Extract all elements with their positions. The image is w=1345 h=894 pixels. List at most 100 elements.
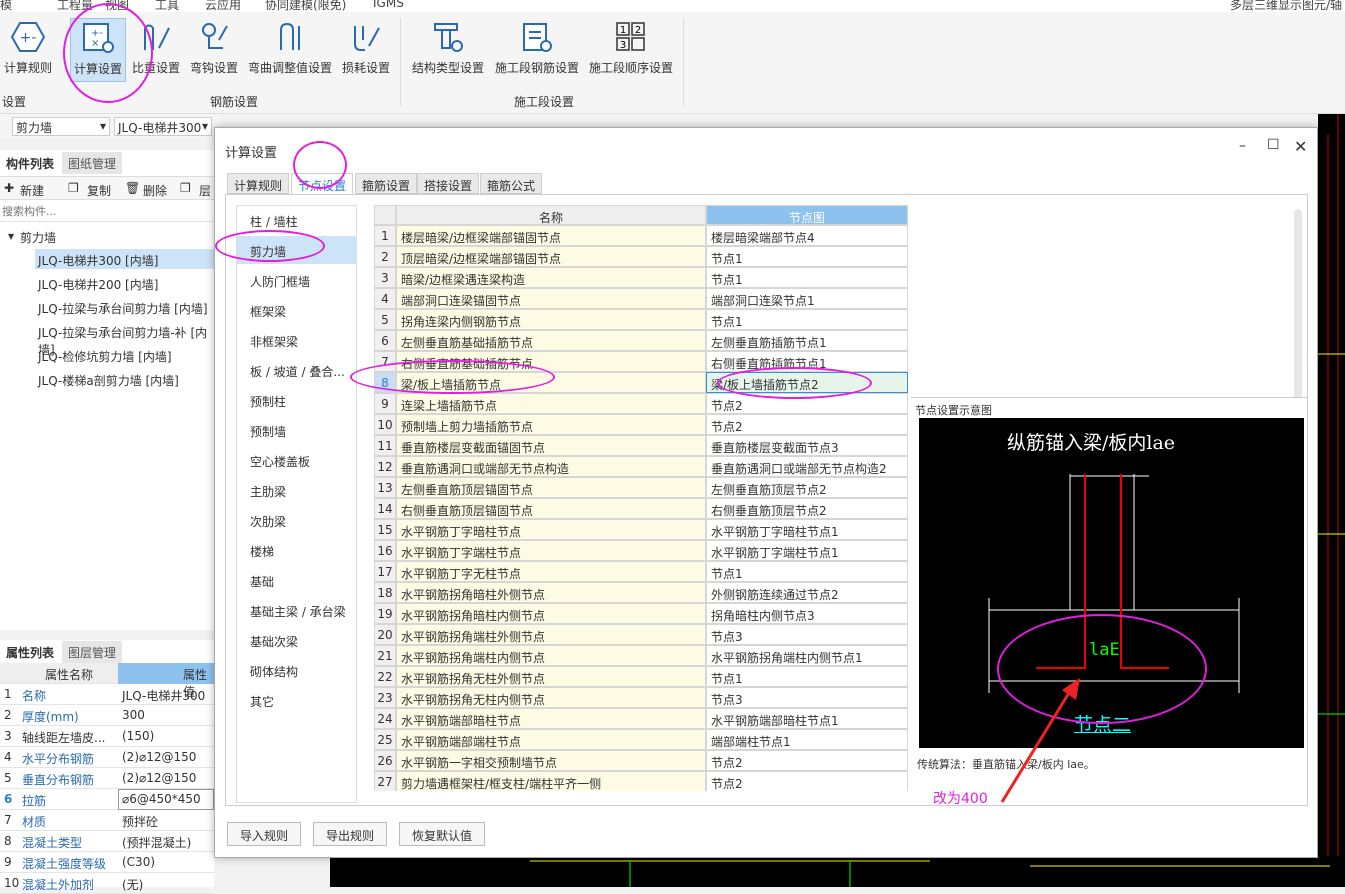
menu-item-3[interactable]: 工具: [155, 0, 179, 12]
node-diagram-cell[interactable]: 外侧钢筋连续通过节点2: [706, 582, 908, 603]
structure-type-button[interactable]: 结构类型设置: [408, 18, 488, 82]
node-diagram-cell[interactable]: 节点2: [706, 771, 908, 791]
property-value[interactable]: (无): [122, 876, 143, 893]
delete-button[interactable]: 删除: [143, 182, 167, 199]
table-row[interactable]: 1 楼层暗梁/边框梁端部锚固节点 楼层暗梁端部节点4: [374, 225, 908, 246]
table-row[interactable]: 25 水平钢筋端部端柱节点 端部端柱节点1: [374, 729, 908, 750]
property-row-selected[interactable]: 6 拉筋 ⌀6@450*450: [0, 789, 214, 810]
node-diagram-cell[interactable]: 节点1: [706, 309, 908, 330]
table-row[interactable]: 6 左侧垂直筋基础插筋节点 左侧垂直筋插筋节点1: [374, 330, 908, 351]
node-diagram-cell[interactable]: 垂直筋楼层变截面节点3: [706, 435, 908, 456]
table-row[interactable]: 26 水平钢筋一字相交预制墙节点 节点2: [374, 750, 908, 771]
tab-drawing-management[interactable]: 图纸管理: [62, 152, 123, 174]
node-diagram-cell[interactable]: 水平钢筋拐角端柱内侧节点1: [706, 645, 908, 666]
copy-button[interactable]: 复制: [87, 182, 111, 199]
node-diagram-cell[interactable]: 水平钢筋端部暗柱节点1: [706, 708, 908, 729]
node-diagram-cell[interactable]: 节点1: [706, 666, 908, 687]
node-diagram-cell[interactable]: 左侧垂直筋插筋节点1: [706, 330, 908, 351]
minimize-icon[interactable]: –: [1239, 138, 1246, 154]
table-row[interactable]: 27 剪力墙遇框架柱/框支柱/端柱平齐一侧 节点2: [374, 771, 908, 791]
property-row[interactable]: 2 厚度(mm) 300: [0, 705, 214, 726]
node-diagram-cell[interactable]: 水平钢筋丁字端柱节点1: [706, 540, 908, 561]
table-row[interactable]: 20 水平钢筋拐角端柱外侧节点 节点3: [374, 624, 908, 645]
import-rules-button[interactable]: 导入规则: [227, 822, 302, 846]
node-diagram-cell[interactable]: 端部洞口连梁节点1: [706, 288, 908, 309]
property-value[interactable]: JLQ-电梯井300: [122, 687, 205, 704]
tab-layer-management[interactable]: 图层管理: [62, 641, 123, 663]
new-button[interactable]: 新建: [20, 182, 44, 199]
property-value[interactable]: 300: [122, 708, 145, 722]
layer-button[interactable]: 层: [199, 182, 211, 199]
table-row[interactable]: 15 水平钢筋丁字暗柱节点 水平钢筋丁字暗柱节点1: [374, 519, 908, 540]
property-value[interactable]: (C30): [122, 855, 155, 869]
property-value[interactable]: (2)⌀12@150: [122, 771, 196, 785]
property-row[interactable]: 9 混凝土强度等级 (C30): [0, 852, 214, 873]
node-diagram-cell[interactable]: 楼层暗梁端部节点4: [706, 225, 908, 246]
property-row[interactable]: 1 名称 JLQ-电梯井300: [0, 684, 214, 705]
node-diagram-cell[interactable]: 节点1: [706, 246, 908, 267]
node-diagram-cell[interactable]: 节点3: [706, 687, 908, 708]
export-rules-button[interactable]: 导出规则: [313, 822, 388, 846]
node-diagram-cell[interactable]: 节点2: [706, 414, 908, 435]
node-diagram-cell[interactable]: 拐角暗柱内侧节点3: [706, 603, 908, 624]
tab-stirrup-formula[interactable]: 箍筋公式: [480, 173, 543, 194]
property-row[interactable]: 5 垂直分布钢筋 (2)⌀12@150: [0, 768, 214, 789]
restore-default-button[interactable]: 恢复默认值: [399, 822, 486, 846]
tab-lap-settings[interactable]: 搭接设置: [417, 173, 480, 194]
loss-button[interactable]: 损耗设置: [340, 18, 392, 82]
calc-rule-button[interactable]: +- 计算规则: [2, 18, 54, 82]
tab-property-list[interactable]: 属性列表: [0, 641, 61, 663]
property-value[interactable]: ⌀6@450*450: [122, 792, 201, 806]
tree-item[interactable]: JLQ-检修坑剪力墙 [内墙]: [38, 348, 172, 365]
table-row[interactable]: 19 水平钢筋拐角暗柱内侧节点 拐角暗柱内侧节点3: [374, 603, 908, 624]
tree-item[interactable]: JLQ-电梯井300 [内墙]: [38, 252, 158, 269]
close-icon[interactable]: ✕: [1294, 137, 1307, 156]
tree-item[interactable]: JLQ-楼梯a剖剪力墙 [内墙]: [38, 372, 179, 389]
menu-item-4[interactable]: 云应用: [205, 0, 241, 12]
segment-order-button[interactable]: 123 施工段顺序设置: [586, 18, 676, 82]
property-row[interactable]: 7 材质 预拌砼: [0, 810, 214, 831]
table-row[interactable]: 13 左侧垂直筋顶层锚固节点 左侧垂直筋顶层节点2: [374, 477, 908, 498]
table-row[interactable]: 2 顶层暗梁/边框梁端部锚固节点 节点1: [374, 246, 908, 267]
property-value[interactable]: 预拌砼: [122, 813, 158, 830]
table-row[interactable]: 4 端部洞口连梁锚固节点 端部洞口连梁节点1: [374, 288, 908, 309]
tree-item[interactable]: JLQ-电梯井200 [内墙]: [38, 276, 158, 293]
cad-canvas-bottom[interactable]: [330, 856, 1345, 887]
menu-item-0[interactable]: 模: [0, 0, 12, 12]
property-value[interactable]: (150): [122, 729, 154, 743]
property-row[interactable]: 10 混凝土外加剂 (无): [0, 873, 214, 894]
table-row[interactable]: 14 右侧垂直筋顶层锚固节点 右侧垂直筋顶层节点2: [374, 498, 908, 519]
table-row[interactable]: 11 垂直筋楼层变截面锚固节点 垂直筋楼层变截面节点3: [374, 435, 908, 456]
table-row[interactable]: 24 水平钢筋端部暗柱节点 水平钢筋端部暗柱节点1: [374, 708, 908, 729]
hook-button[interactable]: 弯钩设置: [188, 18, 240, 82]
bend-adjust-button[interactable]: 弯曲调整值设置: [246, 18, 334, 82]
node-diagram-cell[interactable]: 节点1: [706, 267, 908, 288]
property-value[interactable]: (2)⌀12@150: [122, 750, 196, 764]
tree-expand-icon[interactable]: ▾: [8, 229, 14, 243]
property-value[interactable]: (预拌混凝土): [122, 834, 191, 851]
node-diagram-cell[interactable]: 节点1: [706, 561, 908, 582]
tab-component-list[interactable]: 构件列表: [0, 152, 61, 174]
component-search-input[interactable]: [0, 202, 214, 222]
type-select[interactable]: 剪力墙 ▾: [12, 117, 110, 136]
cad-canvas[interactable]: [1318, 114, 1345, 887]
menu-item-5[interactable]: 协同建模(限免): [265, 0, 346, 12]
table-row[interactable]: 18 水平钢筋拐角暗柱外侧节点 外侧钢筋连续通过节点2: [374, 582, 908, 603]
node-diagram-cell[interactable]: 垂直筋遇洞口或端部无节点构造2: [706, 456, 908, 477]
table-row[interactable]: 23 水平钢筋拐角无柱内侧节点 节点3: [374, 687, 908, 708]
table-row[interactable]: 22 水平钢筋拐角无柱外侧节点 节点1: [374, 666, 908, 687]
node-diagram-cell[interactable]: 右侧垂直筋顶层节点2: [706, 498, 908, 519]
property-row[interactable]: 3 轴线距左墙皮... (150): [0, 726, 214, 747]
node-diagram-cell[interactable]: 水平钢筋丁字暗柱节点1: [706, 519, 908, 540]
table-row[interactable]: 21 水平钢筋拐角端柱内侧节点 水平钢筋拐角端柱内侧节点1: [374, 645, 908, 666]
table-row[interactable]: 17 水平钢筋丁字无柱节点 节点1: [374, 561, 908, 582]
tab-stirrup-settings[interactable]: 箍筋设置: [355, 173, 418, 194]
node-diagram-cell[interactable]: 左侧垂直筋顶层节点2: [706, 477, 908, 498]
node-diagram-cell[interactable]: 端部端柱节点1: [706, 729, 908, 750]
grid-scrollbar[interactable]: [1294, 209, 1302, 399]
table-row[interactable]: 12 垂直筋遇洞口或端部无节点构造 垂直筋遇洞口或端部无节点构造2: [374, 456, 908, 477]
menu-item-6[interactable]: IGMS: [373, 0, 404, 10]
segment-rebar-button[interactable]: 施工段钢筋设置: [492, 18, 582, 82]
component-select[interactable]: JLQ-电梯井300 ▾: [114, 117, 212, 136]
tree-root[interactable]: 剪力墙: [20, 229, 56, 246]
